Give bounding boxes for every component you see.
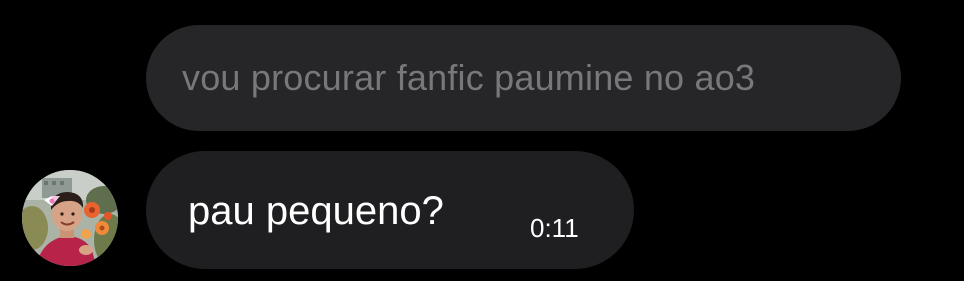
- message-timestamp: 0:11: [530, 213, 579, 243]
- sender-avatar[interactable]: [22, 170, 118, 266]
- quoted-reply-bubble[interactable]: vou procurar fanfic paumine no ao3: [146, 25, 901, 131]
- profile-photo-icon: [22, 170, 118, 266]
- message-text: pau pequeno?: [188, 189, 444, 233]
- message-bubble[interactable]: pau pequeno? 0:11: [146, 151, 634, 269]
- quoted-reply-text: vou procurar fanfic paumine no ao3: [182, 57, 756, 98]
